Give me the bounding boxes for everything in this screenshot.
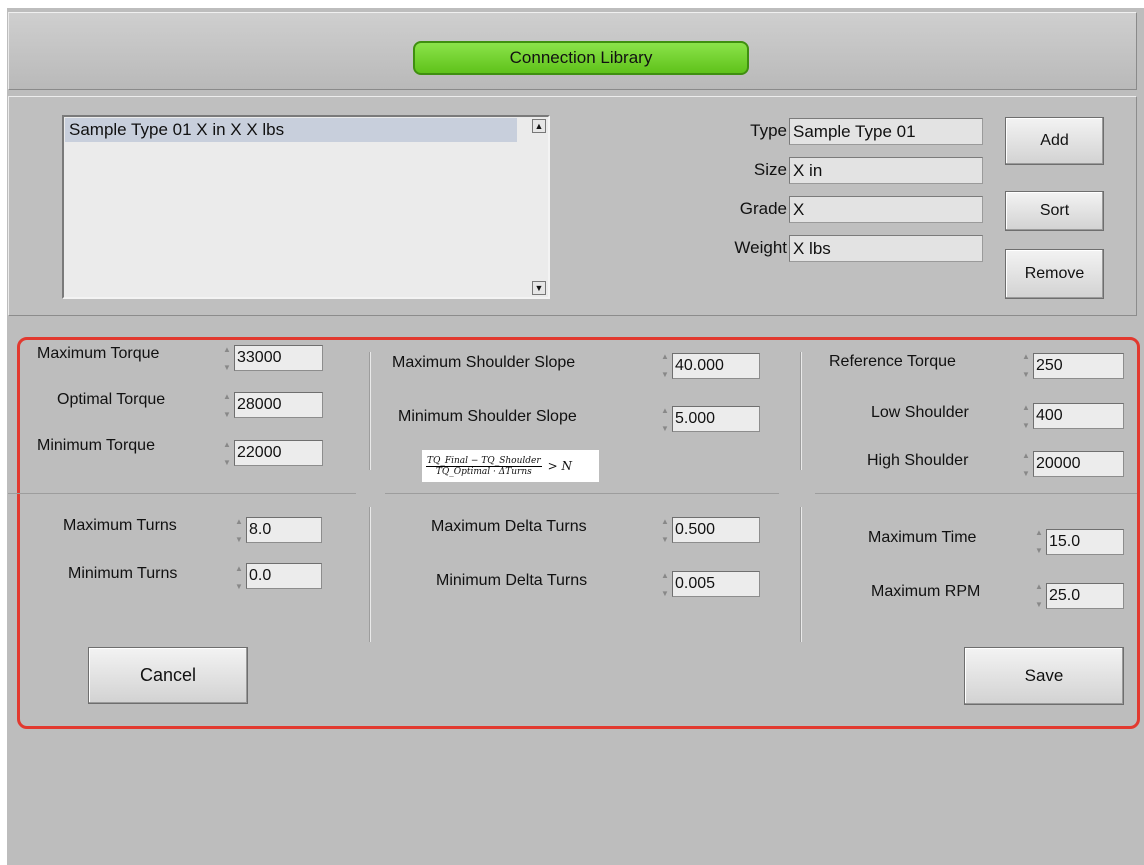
high-shoulder-field[interactable]: 20000 — [1033, 451, 1124, 477]
sort-button[interactable]: Sort — [1005, 191, 1104, 231]
minimum-shoulder-slope-field[interactable]: 5.000 — [672, 406, 760, 432]
minimum-shoulder-slope-spinner-icon[interactable]: ▲ ▼ — [659, 403, 671, 437]
maximum-rpm-field[interactable]: 25.0 — [1046, 583, 1124, 609]
scroll-up-icon[interactable]: ▲ — [532, 119, 546, 133]
high-shoulder-spinner-icon[interactable]: ▲ ▼ — [1020, 448, 1032, 482]
maximum-shoulder-slope-label: Maximum Shoulder Slope — [392, 354, 576, 371]
maximum-rpm-spinner-icon[interactable]: ▲ ▼ — [1033, 579, 1045, 613]
save-button[interactable]: Save — [964, 647, 1124, 705]
maximum-torque-spinner-icon[interactable]: ▲ ▼ — [221, 342, 233, 376]
high-shoulder-label: High Shoulder — [867, 452, 969, 469]
minimum-delta-turns-field[interactable]: 0.005 — [672, 571, 760, 597]
maximum-time-label: Maximum Time — [868, 529, 977, 546]
minimum-turns-label: Minimum Turns — [68, 565, 178, 582]
minimum-turns-field[interactable]: 0.0 — [246, 563, 322, 589]
maximum-torque-field[interactable]: 33000 — [234, 345, 323, 371]
minimum-torque-spinner-icon[interactable]: ▲ ▼ — [221, 437, 233, 471]
divider — [385, 493, 779, 494]
title-bar: Connection Library — [8, 12, 1137, 90]
divider — [800, 352, 802, 470]
cancel-button[interactable]: Cancel — [88, 647, 248, 704]
minimum-turns-spinner-icon[interactable]: ▲ ▼ — [233, 561, 245, 595]
formula-numerator: TQ_Final − TQ_Shoulder — [426, 455, 542, 467]
maximum-delta-turns-field[interactable]: 0.500 — [672, 517, 760, 543]
page-title: Connection Library — [413, 41, 749, 75]
connection-list[interactable]: Sample Type 01 X in X X lbs ▲ ▼ — [62, 115, 550, 299]
scroll-down-icon[interactable]: ▼ — [532, 281, 546, 295]
divider — [8, 493, 356, 494]
list-item[interactable]: Sample Type 01 X in X X lbs — [65, 118, 517, 142]
maximum-turns-spinner-icon[interactable]: ▲ ▼ — [233, 514, 245, 548]
minimum-delta-turns-label: Minimum Delta Turns — [436, 572, 588, 589]
grade-field[interactable]: X — [789, 196, 983, 223]
minimum-torque-label: Minimum Torque — [37, 437, 155, 454]
maximum-time-spinner-icon[interactable]: ▲ ▼ — [1033, 525, 1045, 559]
maximum-turns-label: Maximum Turns — [63, 517, 177, 534]
weight-label: Weight — [734, 238, 787, 257]
minimum-delta-turns-spinner-icon[interactable]: ▲ ▼ — [659, 568, 671, 602]
low-shoulder-label: Low Shoulder — [871, 404, 969, 421]
maximum-time-field[interactable]: 15.0 — [1046, 529, 1124, 555]
maximum-delta-turns-spinner-icon[interactable]: ▲ ▼ — [659, 514, 671, 548]
low-shoulder-field[interactable]: 400 — [1033, 403, 1124, 429]
maximum-delta-turns-label: Maximum Delta Turns — [431, 518, 587, 535]
formula-denominator: TQ_Optimal · ΔTurns — [435, 466, 532, 477]
divider — [369, 507, 371, 642]
low-shoulder-spinner-icon[interactable]: ▲ ▼ — [1020, 400, 1032, 434]
weight-field[interactable]: X lbs — [789, 235, 983, 262]
grade-label: Grade — [739, 199, 787, 218]
reference-torque-label: Reference Torque — [829, 353, 956, 370]
size-label: Size — [753, 160, 787, 179]
maximum-shoulder-slope-field[interactable]: 40.000 — [672, 353, 760, 379]
maximum-shoulder-slope-spinner-icon[interactable]: ▲ ▼ — [659, 349, 671, 383]
minimum-shoulder-slope-label: Minimum Shoulder Slope — [398, 408, 577, 425]
size-field[interactable]: X in — [789, 157, 983, 184]
reference-torque-spinner-icon[interactable]: ▲ ▼ — [1020, 349, 1032, 383]
type-label: Type — [750, 121, 787, 140]
add-button[interactable]: Add — [1005, 117, 1104, 165]
optimal-torque-field[interactable]: 28000 — [234, 392, 323, 418]
divider — [815, 493, 1137, 494]
type-field[interactable]: Sample Type 01 — [789, 118, 983, 145]
maximum-torque-label: Maximum Torque — [37, 345, 160, 362]
formula-comparison: > N — [547, 459, 573, 473]
optimal-torque-label: Optimal Torque — [57, 391, 166, 408]
reference-torque-field[interactable]: 250 — [1033, 353, 1124, 379]
slope-formula: TQ_Final − TQ_Shoulder TQ_Optimal · ΔTur… — [422, 450, 599, 482]
divider — [369, 352, 371, 470]
divider — [800, 507, 802, 642]
maximum-rpm-label: Maximum RPM — [871, 583, 981, 600]
library-panel: Sample Type 01 X in X X lbs ▲ ▼ Type Sam… — [8, 96, 1137, 316]
optimal-torque-spinner-icon[interactable]: ▲ ▼ — [221, 389, 233, 423]
minimum-torque-field[interactable]: 22000 — [234, 440, 323, 466]
maximum-turns-field[interactable]: 8.0 — [246, 517, 322, 543]
remove-button[interactable]: Remove — [1005, 249, 1104, 299]
